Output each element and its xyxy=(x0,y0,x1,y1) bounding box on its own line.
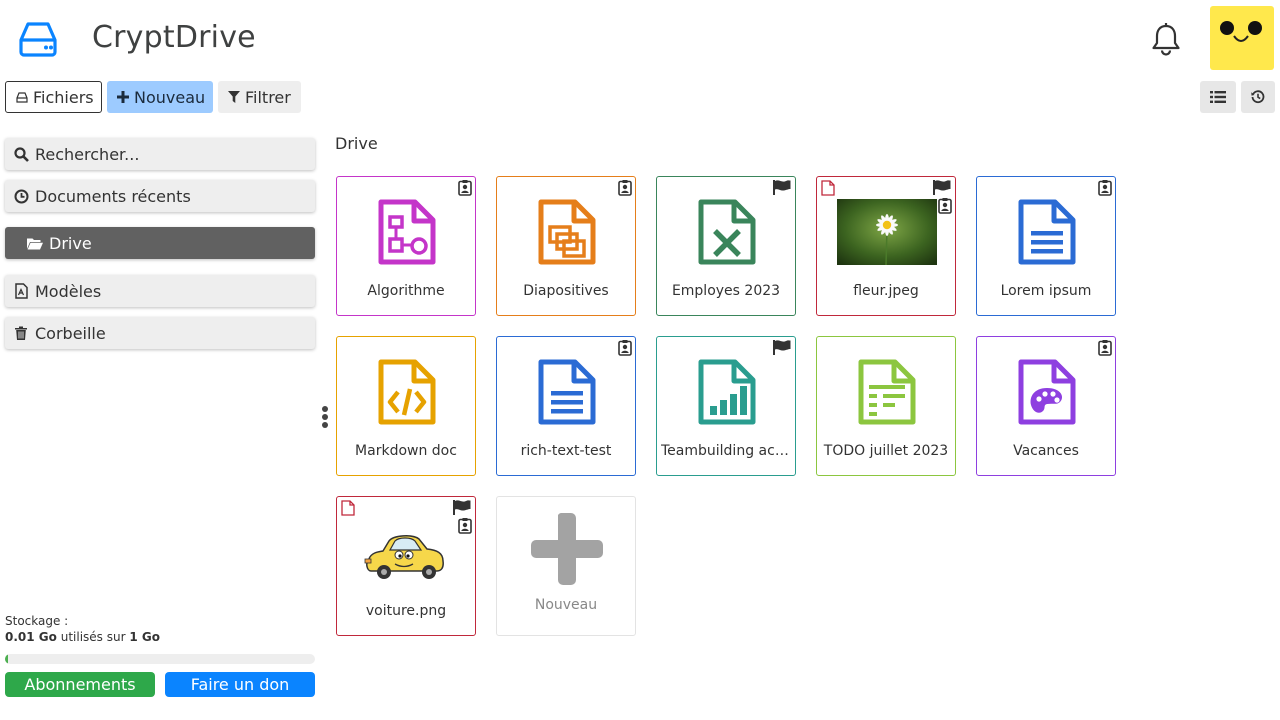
list-view-button[interactable] xyxy=(1200,81,1236,113)
user-avatar[interactable] xyxy=(1210,6,1274,70)
search-icon xyxy=(13,146,29,162)
filter-icon xyxy=(228,91,240,103)
flag-icon xyxy=(773,180,791,196)
drive-small-icon xyxy=(16,91,28,103)
file-tile[interactable]: fleur.jpeg xyxy=(816,176,956,316)
sidebar-item-label: Rechercher... xyxy=(35,144,140,164)
owner-badge-icon xyxy=(618,340,632,356)
storage-panel: Stockage : 0.01 Go utilisés sur 1 Go xyxy=(5,614,315,664)
owner-badge-icon xyxy=(938,198,952,214)
new-label: Nouveau xyxy=(134,87,206,107)
file-tile[interactable]: Lorem ipsum xyxy=(976,176,1116,316)
file-name: Employes 2023 xyxy=(671,283,781,299)
doc-file-icon xyxy=(537,359,597,425)
owner-badge-icon xyxy=(458,180,472,196)
file-tile[interactable]: voiture.png xyxy=(336,496,476,636)
new-file-tile[interactable]: Nouveau xyxy=(496,496,636,636)
file-tile[interactable]: rich-text-test xyxy=(496,336,636,476)
sidebar-item-label: Drive xyxy=(49,233,92,253)
storage-used: 0.01 Go xyxy=(5,630,57,644)
sidebar-item-label: Documents récents xyxy=(35,186,191,206)
app-title: CryptDrive xyxy=(92,20,256,55)
file-tile[interactable]: Algorithme xyxy=(336,176,476,316)
owner-badge-icon xyxy=(458,518,472,534)
file-icon xyxy=(341,500,355,516)
owner-badge-icon xyxy=(618,180,632,196)
file-tile[interactable]: TODO juillet 2023 xyxy=(816,336,956,476)
sidebar-resize-handle[interactable] xyxy=(321,406,329,428)
doc-file-icon xyxy=(1017,199,1077,265)
code-file-icon xyxy=(377,359,437,425)
template-file-icon xyxy=(13,283,29,299)
slides-file-icon xyxy=(537,199,597,265)
image-thumbnail xyxy=(357,519,457,585)
chart-file-icon xyxy=(697,359,757,425)
file-icon xyxy=(821,180,835,196)
storage-usage: 0.01 Go utilisés sur 1 Go xyxy=(5,630,315,644)
sidebar-item-templates[interactable]: Modèles xyxy=(5,275,315,307)
breadcrumb[interactable]: Drive xyxy=(335,134,378,153)
filter-label: Filtrer xyxy=(245,87,291,107)
file-tile[interactable]: Teambuilding activities xyxy=(656,336,796,476)
history-icon xyxy=(1251,90,1265,104)
storage-total: 1 Go xyxy=(129,630,160,644)
kanban-file-icon xyxy=(857,359,917,425)
filter-button[interactable]: Filtrer xyxy=(218,81,301,113)
storage-label: Stockage : xyxy=(5,614,69,628)
sheet-file-icon xyxy=(697,199,757,265)
top-bar: CryptDrive xyxy=(0,0,1280,78)
file-name: Vacances xyxy=(1013,443,1079,459)
history-button[interactable] xyxy=(1241,81,1275,113)
whiteboard-file-icon xyxy=(1017,359,1077,425)
flag-icon xyxy=(773,340,791,356)
notification-bell-icon[interactable] xyxy=(1150,22,1182,56)
flag-icon xyxy=(933,180,951,196)
diagram-file-icon xyxy=(377,199,437,265)
folder-open-icon xyxy=(27,237,43,250)
file-name: Diapositives xyxy=(523,283,609,299)
sidebar-item-label: Modèles xyxy=(35,281,102,301)
file-name: rich-text-test xyxy=(520,443,612,459)
sidebar-item-drive[interactable]: Drive xyxy=(5,227,315,259)
file-tile[interactable]: Diapositives xyxy=(496,176,636,316)
owner-badge-icon xyxy=(1098,180,1112,196)
file-tile[interactable]: Vacances xyxy=(976,336,1116,476)
file-name: Markdown doc xyxy=(355,443,457,459)
flag-icon xyxy=(453,500,471,516)
file-name: voiture.png xyxy=(365,603,447,619)
file-name: Teambuilding activities xyxy=(661,443,791,459)
storage-usage-fill xyxy=(5,654,9,664)
trash-icon xyxy=(13,326,29,340)
sidebar-item-recent[interactable]: Documents récents xyxy=(5,180,315,212)
avatar-face-icon xyxy=(1220,21,1262,42)
file-tile[interactable]: Employes 2023 xyxy=(656,176,796,316)
donate-button[interactable]: Faire un don xyxy=(165,672,315,697)
file-name: Algorithme xyxy=(367,283,445,299)
image-thumbnail xyxy=(837,199,937,265)
toolbar: Fichiers Nouveau Filtrer xyxy=(0,81,1280,113)
files-button[interactable]: Fichiers xyxy=(5,81,102,113)
file-tile[interactable]: Markdown doc xyxy=(336,336,476,476)
sidebar-item-trash[interactable]: Corbeille xyxy=(5,317,315,349)
sidebar-item-search[interactable]: Rechercher... xyxy=(5,138,315,170)
plus-icon xyxy=(117,91,129,103)
list-icon xyxy=(1210,91,1226,103)
storage-middle-text: utilisés sur xyxy=(60,630,126,644)
plus-icon xyxy=(531,512,603,589)
drive-icon[interactable] xyxy=(18,20,58,58)
sidebar-item-label: Corbeille xyxy=(35,323,106,343)
clock-icon xyxy=(13,189,29,204)
file-name: TODO juillet 2023 xyxy=(823,443,949,459)
files-label: Fichiers xyxy=(33,87,94,107)
file-name: fleur.jpeg xyxy=(853,283,919,299)
new-tile-label: Nouveau xyxy=(534,597,598,613)
storage-usage-bar xyxy=(5,654,315,664)
file-name: Lorem ipsum xyxy=(1000,283,1092,299)
owner-badge-icon xyxy=(1098,340,1112,356)
new-button[interactable]: Nouveau xyxy=(107,81,213,113)
subscriptions-button[interactable]: Abonnements xyxy=(5,672,155,697)
